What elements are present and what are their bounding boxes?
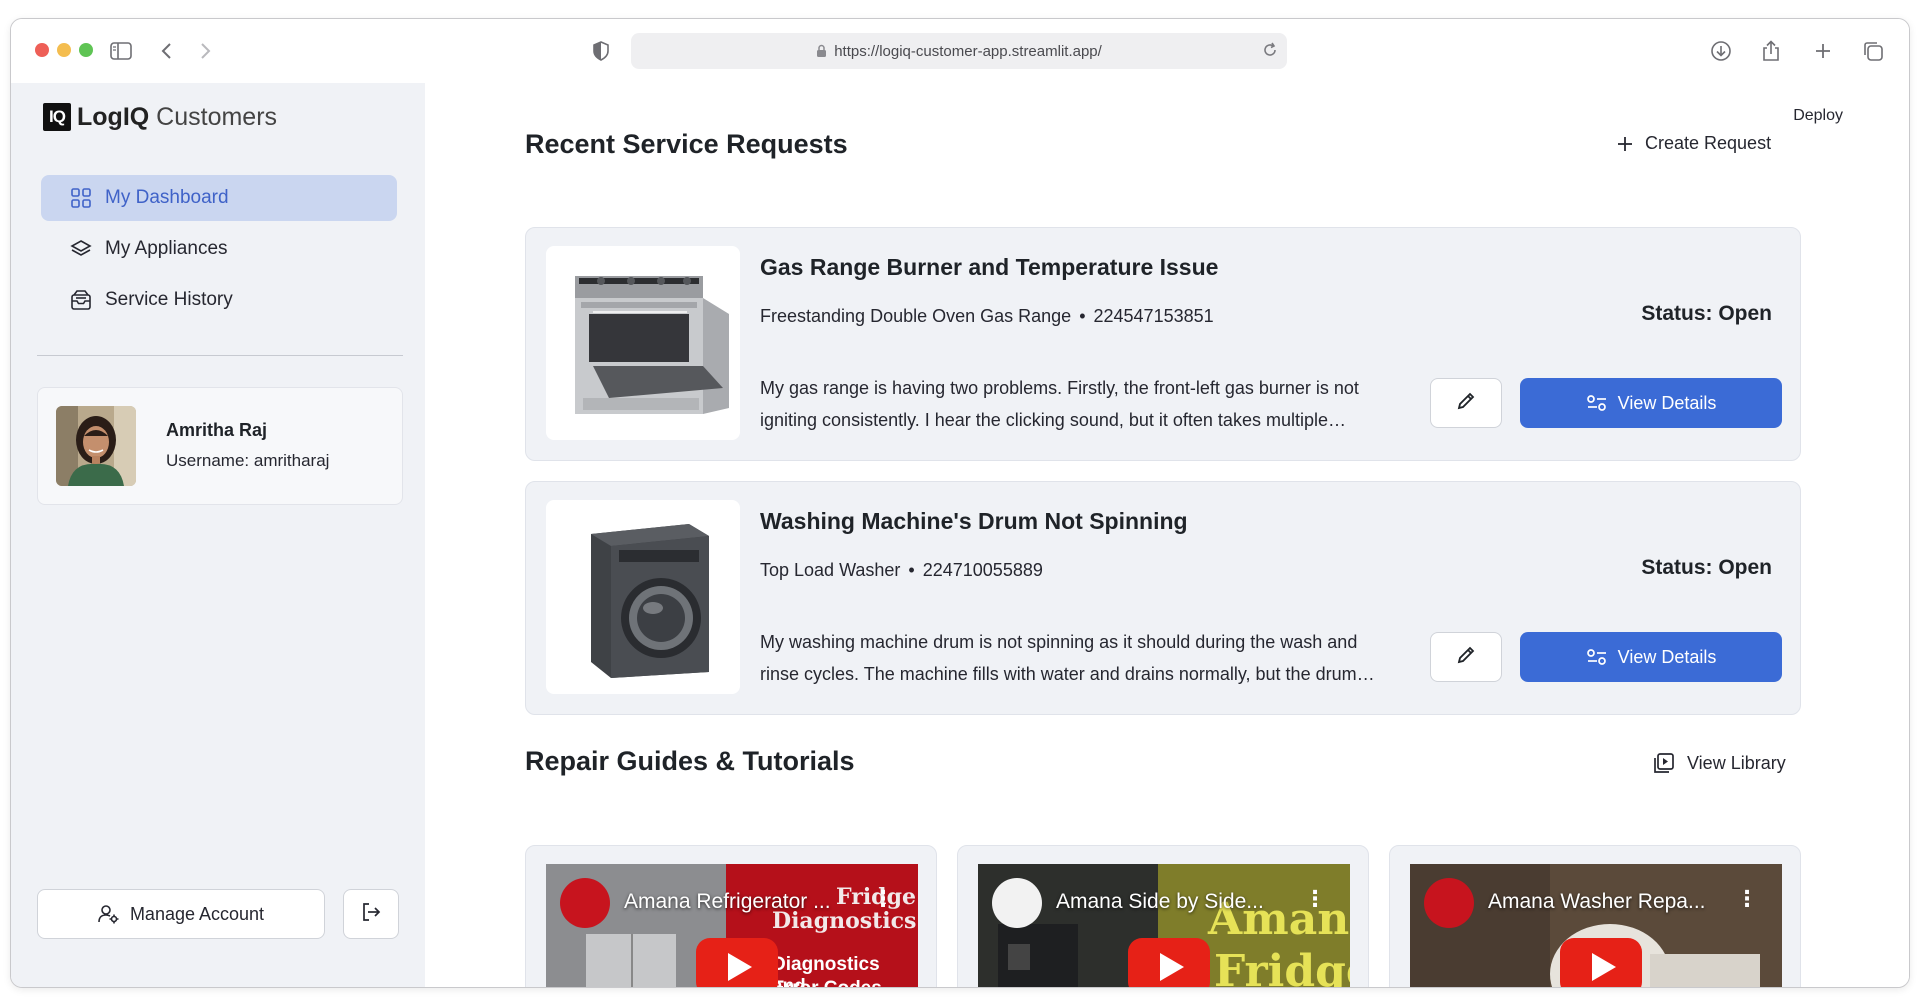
- layers-icon: [69, 237, 93, 261]
- sidebar-item-my-appliances[interactable]: My Appliances: [41, 226, 397, 272]
- sidebar-item-service-history[interactable]: Service History: [41, 277, 397, 323]
- status-badge: Status: Open: [1641, 302, 1772, 325]
- gas-range-image: [546, 246, 740, 440]
- view-details-label: View Details: [1617, 646, 1717, 667]
- service-request-card: Gas Range Burner and Temperature Issue F…: [525, 227, 1801, 461]
- forward-icon[interactable]: [191, 37, 219, 65]
- pencil-icon: [1456, 645, 1476, 670]
- appliance-name: Top Load Washer: [760, 560, 901, 580]
- view-library-button[interactable]: View Library: [1653, 752, 1786, 774]
- repair-guides-title: Repair Guides & Tutorials: [525, 746, 855, 776]
- thumbnail-text-bottom-2: Error Codes: [772, 978, 882, 987]
- video-title: Amana Refrigerator ...: [624, 890, 831, 913]
- privacy-shield-icon[interactable]: [587, 37, 615, 65]
- video-title: Amana Washer Repa...: [1488, 890, 1706, 913]
- request-meta: Top Load Washer • 224710055889: [760, 560, 1043, 580]
- video-thumbnail[interactable]: Fridge Diagnostics Diagnostics and Error…: [546, 864, 918, 987]
- user-settings-icon: [98, 904, 120, 924]
- create-request-label: Create Request: [1645, 133, 1772, 153]
- video-thumbnail[interactable]: Amana Washer Repa... ⋮: [1410, 864, 1782, 987]
- sidebar-item-label: Service History: [105, 289, 233, 310]
- video-card[interactable]: Fridge Diagnostics Diagnostics and Error…: [525, 845, 937, 987]
- request-title: Gas Range Burner and Temperature Issue: [760, 254, 1219, 280]
- request-title: Washing Machine's Drum Not Spinning: [760, 508, 1188, 534]
- more-options-icon[interactable]: ⋮: [872, 886, 894, 912]
- request-description: My gas range is having two problems. Fir…: [760, 378, 1359, 430]
- channel-logo: [992, 878, 1042, 928]
- new-tab-icon[interactable]: [1809, 37, 1837, 65]
- plus-icon: [1617, 136, 1633, 152]
- request-meta: Freestanding Double Oven Gas Range • 22454…: [760, 306, 1214, 326]
- edit-request-button[interactable]: [1430, 632, 1502, 682]
- logout-button[interactable]: [343, 889, 399, 939]
- edit-request-button[interactable]: [1430, 378, 1502, 428]
- serial-number: 224547153851: [1093, 306, 1214, 326]
- browser-toolbar: https://logiq-customer-app.streamlit.app…: [11, 19, 1909, 83]
- profile-card: Amritha Raj Username: amritharaj: [37, 387, 403, 505]
- view-details-label: View Details: [1617, 392, 1717, 413]
- recent-requests-title: Recent Service Requests: [525, 129, 848, 159]
- avatar: [56, 406, 136, 486]
- appliance-name: Freestanding Double Oven Gas Range: [760, 306, 1072, 326]
- play-icon[interactable]: [1560, 938, 1642, 987]
- more-options-icon[interactable]: ⋮: [1304, 886, 1326, 912]
- view-library-label: View Library: [1687, 752, 1786, 773]
- thumbnail-text-mid: Fridge: [1214, 946, 1350, 988]
- view-details-button[interactable]: View Details: [1520, 378, 1782, 428]
- service-request-card: Washing Machine's Drum Not Spinning Top …: [525, 481, 1801, 715]
- main-content: Deploy Recent Service Requests Create Re…: [425, 83, 1909, 987]
- url-text: https://logiq-customer-app.streamlit.app…: [834, 42, 1102, 60]
- logo-text: LogIQ Customers: [77, 103, 277, 132]
- app-logo[interactable]: IQ LogIQ Customers: [43, 101, 277, 133]
- zoom-window-button[interactable]: [79, 43, 93, 57]
- grid-icon: [69, 186, 93, 210]
- video-card[interactable]: Amana Washer Repa... ⋮: [1389, 845, 1801, 987]
- more-options-icon[interactable]: ⋮: [1736, 886, 1758, 912]
- logo-mark: IQ: [43, 103, 71, 131]
- sidebar-toggle-icon[interactable]: [107, 37, 135, 65]
- brand-name: LogIQ: [77, 102, 150, 131]
- downloads-icon[interactable]: [1707, 37, 1735, 65]
- details-icon: [1586, 394, 1608, 412]
- pencil-icon: [1456, 391, 1476, 416]
- share-icon[interactable]: [1757, 37, 1785, 65]
- profile-username: Username: amritharaj: [166, 451, 330, 470]
- request-description: My washing machine drum is not spinning …: [760, 632, 1358, 684]
- video-title: Amana Side by Side...: [1056, 890, 1264, 913]
- sidebar-nav: My Dashboard My Appliances Service Histo…: [41, 175, 397, 328]
- play-icon[interactable]: [1128, 938, 1210, 987]
- close-window-button[interactable]: [35, 43, 49, 57]
- back-icon[interactable]: [153, 37, 181, 65]
- status-badge: Status: Open: [1641, 556, 1772, 579]
- channel-logo: [560, 878, 610, 928]
- sidebar-item-label: My Dashboard: [105, 187, 229, 208]
- video-thumbnail[interactable]: Amana Fridge Amana Side by Side... ⋮: [978, 864, 1350, 988]
- tab-overview-icon[interactable]: [1859, 37, 1887, 65]
- create-request-button[interactable]: Create Request: [1617, 133, 1771, 154]
- washer-image: [546, 500, 740, 694]
- manage-account-button[interactable]: Manage Account: [37, 889, 325, 939]
- logout-icon: [361, 902, 381, 927]
- details-icon: [1586, 648, 1608, 666]
- lock-icon: [816, 44, 827, 58]
- reload-icon[interactable]: [1261, 41, 1279, 63]
- sidebar: IQ LogIQ Customers My Dashboard My Appli…: [11, 83, 425, 987]
- serial-number: 224710055889: [922, 560, 1043, 580]
- browser-window: https://logiq-customer-app.streamlit.app…: [10, 18, 1910, 988]
- view-details-button[interactable]: View Details: [1520, 632, 1782, 682]
- sidebar-item-label: My Appliances: [105, 238, 228, 259]
- deploy-button[interactable]: Deploy: [1793, 107, 1843, 125]
- minimize-window-button[interactable]: [57, 43, 71, 57]
- manage-account-label: Manage Account: [129, 903, 265, 924]
- channel-logo: [1424, 878, 1474, 928]
- inbox-icon: [69, 288, 93, 312]
- profile-name: Amritha Raj: [166, 420, 268, 440]
- video-library-icon: [1653, 752, 1675, 774]
- brand-subtitle: Customers: [156, 102, 278, 131]
- video-card[interactable]: Amana Fridge Amana Side by Side... ⋮: [957, 845, 1369, 988]
- play-icon[interactable]: [696, 938, 778, 987]
- address-bar[interactable]: https://logiq-customer-app.streamlit.app…: [631, 33, 1287, 69]
- sidebar-divider: [37, 355, 403, 356]
- sidebar-item-my-dashboard[interactable]: My Dashboard: [41, 175, 397, 221]
